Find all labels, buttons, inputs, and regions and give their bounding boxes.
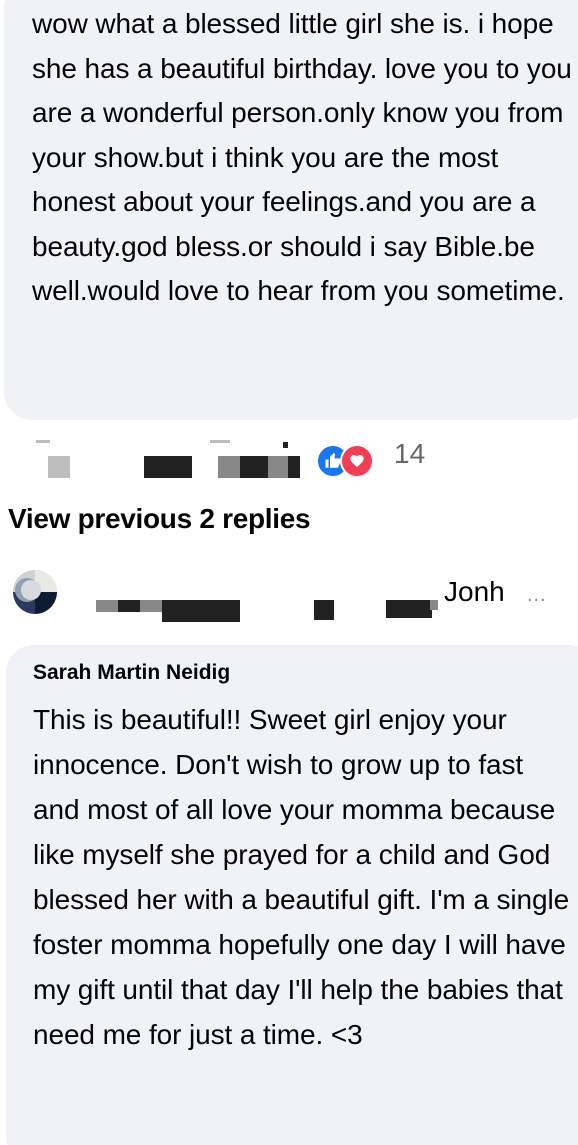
- comment-thread: wow what a blessed little girl she is. i…: [0, 0, 578, 1145]
- reply-truncation-ellipsis: ...: [527, 584, 547, 606]
- redacted-mark: [386, 600, 432, 618]
- redacted-mark: [48, 456, 70, 478]
- comment-actions-row: 14: [0, 430, 578, 490]
- collapsed-reply[interactable]: Jonh ...: [0, 560, 578, 630]
- redacted-reply-button[interactable]: [240, 456, 270, 478]
- redacted-mark: [288, 456, 300, 478]
- comment-author-name[interactable]: Sarah Martin Neidig: [33, 661, 230, 685]
- view-previous-replies-link[interactable]: View previous 2 replies: [8, 503, 311, 535]
- reaction-summary[interactable]: [316, 444, 386, 478]
- redacted-mark: [314, 600, 334, 620]
- redacted-mark: [36, 440, 50, 443]
- redacted-mark: [283, 442, 288, 448]
- comment-text: This is beautiful!! Sweet girl enjoy you…: [33, 704, 570, 1050]
- avatar[interactable]: [13, 570, 57, 614]
- reply-author-name[interactable]: Jonh: [444, 576, 505, 608]
- redacted-mark: [268, 456, 290, 478]
- redacted-mark: [140, 600, 162, 612]
- comment-bubble: Sarah Martin Neidig This is beautiful!! …: [6, 645, 578, 1145]
- redacted-mark: [118, 600, 140, 612]
- redacted-mark: [430, 600, 438, 610]
- comment-text: wow what a blessed little girl she is. i…: [32, 8, 572, 306]
- reaction-count[interactable]: 14: [394, 438, 425, 470]
- comment-bubble: wow what a blessed little girl she is. i…: [4, 0, 578, 420]
- redacted-like-button[interactable]: [144, 456, 192, 478]
- redacted-mark: [210, 440, 230, 443]
- love-icon: [340, 444, 374, 478]
- redacted-mark: [218, 456, 240, 478]
- redacted-mark: [96, 600, 118, 612]
- redacted-mark: [162, 600, 240, 622]
